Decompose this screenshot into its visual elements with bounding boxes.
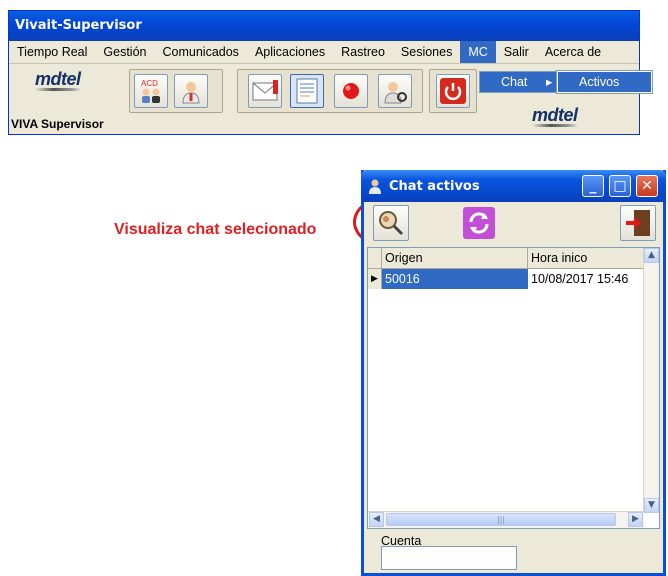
menu-comunicados[interactable]: Comunicados <box>155 41 247 63</box>
vertical-scrollbar[interactable]: ▲ ▼ <box>643 248 659 513</box>
mdtel-logo: mdtel <box>35 69 81 91</box>
cell-hora-inico[interactable]: 10/08/2017 15:46 <box>528 269 646 289</box>
chat-activos-dialog: Chat activos _ □ ✕ Origen Hora inico ▶ 5… <box>361 170 666 576</box>
dialog-titlebar[interactable]: Chat activos _ □ ✕ <box>361 170 666 202</box>
scroll-right-icon[interactable]: ▶ <box>628 512 643 527</box>
cuenta-input[interactable] <box>381 546 517 570</box>
column-hora-inico[interactable]: Hora inico <box>528 248 648 268</box>
user-icon <box>368 178 382 194</box>
horizontal-scrollbar[interactable]: ◀ ||| ▶ <box>368 511 644 528</box>
agent-button[interactable] <box>174 74 208 108</box>
toolbar-group-agents: ACD <box>129 69 223 113</box>
maximize-button[interactable]: □ <box>609 175 631 197</box>
menu-acerca-de[interactable]: Acerca de <box>537 41 609 63</box>
submenu-arrow-icon: ▸ <box>546 75 553 89</box>
report-button[interactable] <box>290 74 324 108</box>
menubar: Tiempo Real Gestión Comunicados Aplicaci… <box>9 41 639 64</box>
monitor-agent-icon <box>384 82 407 104</box>
table-row[interactable]: ▶ 50016 10/08/2017 15:46 <box>368 269 646 289</box>
minimize-button[interactable]: _ <box>582 175 604 197</box>
scroll-up-icon[interactable]: ▲ <box>644 248 659 263</box>
power-button[interactable] <box>436 74 470 108</box>
refresh-icon <box>463 207 495 239</box>
scroll-down-icon[interactable]: ▼ <box>644 498 659 513</box>
menu-aplicaciones[interactable]: Aplicaciones <box>247 41 333 63</box>
header-indicator-cell <box>368 248 382 268</box>
message-envelope-icon <box>252 80 278 101</box>
agent-icon <box>182 82 200 104</box>
message-button[interactable] <box>248 74 282 108</box>
close-button[interactable]: ✕ <box>636 175 658 197</box>
exit-button[interactable] <box>620 205 656 241</box>
chat-grid: Origen Hora inico ▶ 50016 10/08/2017 15:… <box>367 247 660 529</box>
menu-tiempo-real[interactable]: Tiempo Real <box>9 41 95 63</box>
acd-button[interactable]: ACD <box>134 74 168 108</box>
power-icon <box>440 78 466 104</box>
record-icon <box>343 83 359 99</box>
chat-submenu-activos[interactable]: Activos <box>556 70 653 94</box>
menu-sesiones[interactable]: Sesiones <box>393 41 460 63</box>
menu-mc[interactable]: MC <box>460 41 496 63</box>
viva-supervisor-label: VIVA Supervisor <box>11 117 104 131</box>
menu-rastreo[interactable]: Rastreo <box>333 41 393 63</box>
menu-salir[interactable]: Salir <box>496 41 537 63</box>
row-pointer-icon: ▶ <box>368 269 382 289</box>
svg-text:ACD: ACD <box>141 79 158 88</box>
mc-submenu-chat[interactable]: Chat ▸ <box>479 71 557 93</box>
monitor-button[interactable] <box>378 74 412 108</box>
scroll-left-icon[interactable]: ◀ <box>369 512 384 527</box>
menu-gestion[interactable]: Gestión <box>95 41 154 63</box>
grid-header: Origen Hora inico <box>368 248 646 269</box>
view-chat-button[interactable] <box>373 205 409 241</box>
supervisor-title: Vivait-Supervisor <box>9 11 639 41</box>
annotation-text: Visualiza chat selecionado <box>114 221 317 238</box>
refresh-button[interactable] <box>461 205 497 241</box>
toolbar-group-tools <box>237 69 423 113</box>
cell-origen[interactable]: 50016 <box>382 269 528 289</box>
mdtel-logo-right: mdtel <box>532 105 578 127</box>
toolbar-group-power <box>429 69 477 113</box>
acd-agents-icon: ACD <box>141 79 160 103</box>
column-origen[interactable]: Origen <box>382 248 528 268</box>
dialog-title: Chat activos <box>389 179 480 194</box>
view-chat-icon <box>379 211 404 236</box>
record-button[interactable] <box>334 74 368 108</box>
report-icon <box>296 78 318 104</box>
dialog-toolbar <box>364 202 663 246</box>
exit-door-icon <box>626 210 650 236</box>
horizontal-scroll-thumb[interactable]: ||| <box>386 513 616 526</box>
